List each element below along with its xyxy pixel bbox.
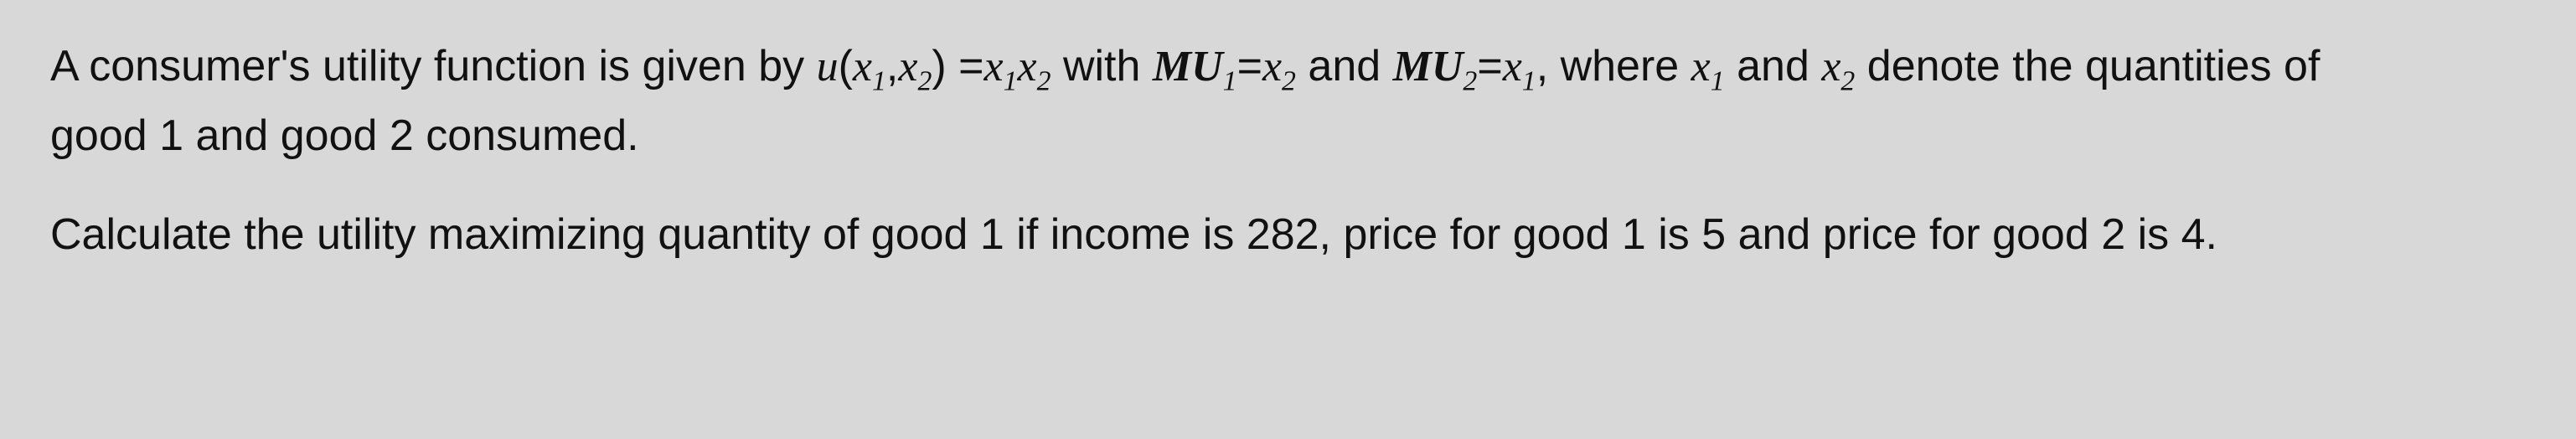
sub-1c: 1 — [1522, 65, 1536, 96]
math-u: u — [817, 43, 839, 90]
paren-close: ) — [932, 42, 958, 90]
text-and2: and — [1725, 42, 1822, 90]
sub-1b: 1 — [1004, 65, 1018, 96]
math-x1: x — [853, 43, 872, 90]
math-x2b: x — [1018, 43, 1037, 90]
math-x1d: x — [1691, 43, 1711, 90]
math-x2d: x — [1821, 43, 1840, 90]
sub-1d: 1 — [1711, 65, 1725, 96]
content-area: A consumer's utility function is given b… — [50, 34, 2526, 267]
sub-mu2: 2 — [1463, 65, 1477, 96]
text-with: with — [1051, 42, 1153, 90]
paragraph-1: A consumer's utility function is given b… — [50, 34, 2526, 168]
sub-2c: 2 — [1282, 65, 1296, 96]
equals3: = — [1477, 42, 1502, 90]
math-x1c: x — [1503, 43, 1522, 90]
paren-open: ( — [839, 42, 853, 90]
comma: , — [886, 42, 898, 90]
math-x2: x — [898, 43, 917, 90]
sub-2b: 2 — [1037, 65, 1051, 96]
paragraph-1-line2: good 1 and good 2 consumed. — [50, 111, 639, 160]
math-x2c: x — [1262, 43, 1282, 90]
math-x1b: x — [984, 43, 1004, 90]
sub-2: 2 — [917, 65, 932, 96]
paragraph-2: Calculate the utility maximizing quantit… — [50, 202, 2526, 267]
math-MU1: MU — [1153, 43, 1223, 90]
text-intro: A consumer's utility function is given b… — [50, 42, 817, 90]
text-denote: denote the quantities of — [1855, 42, 2320, 90]
math-MU2: MU — [1393, 43, 1464, 90]
sub-2d: 2 — [1840, 65, 1855, 96]
equals2: = — [1237, 42, 1262, 90]
equals1: = — [958, 42, 983, 90]
text-and1: and — [1296, 42, 1393, 90]
paragraph-2-text: Calculate the utility maximizing quantit… — [50, 210, 2217, 259]
sub-mu1: 1 — [1223, 65, 1237, 96]
text-where: , where — [1536, 42, 1691, 90]
sub-1: 1 — [872, 65, 886, 96]
